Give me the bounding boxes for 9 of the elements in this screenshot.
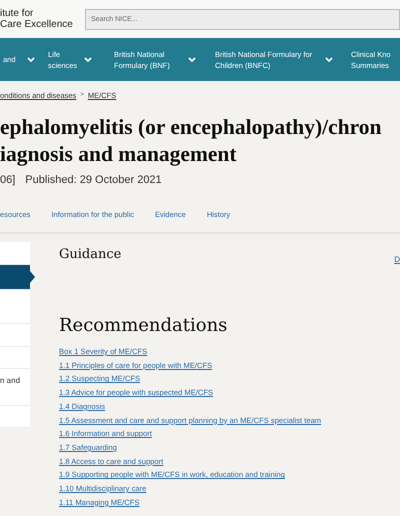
sidebar-item[interactable] [0, 265, 30, 290]
section-heading: Recommendations [59, 315, 228, 336]
pointer-arrow-icon [30, 271, 35, 283]
side-link[interactable]: D [394, 255, 400, 264]
published-date: Published: 29 October 2021 [25, 174, 162, 186]
page-title: ephalomyelitis (or encephalopathy)/chron iagnosis and management [0, 114, 382, 168]
guidance-heading: Guidance [59, 247, 122, 262]
guidance-reference: 06] [0, 174, 16, 186]
site-logo[interactable]: itute for Care Excellence [0, 8, 85, 30]
